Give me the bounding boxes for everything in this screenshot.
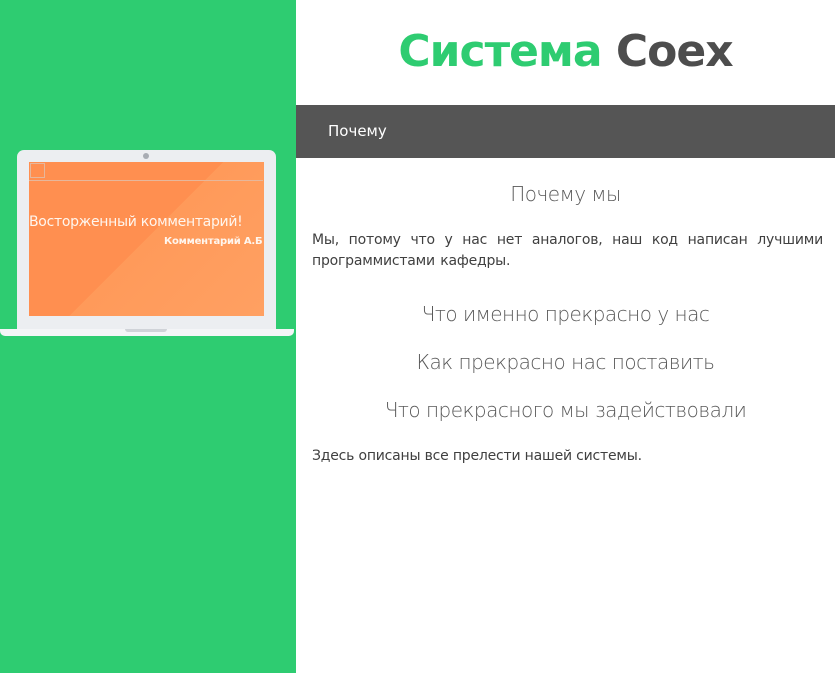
laptop-camera-icon — [143, 153, 149, 159]
laptop-illustration: Восторженный комментарий! Комментарий А.… — [0, 150, 294, 336]
laptop-screen: Восторженный комментарий! Комментарий А.… — [29, 162, 264, 316]
site-title: Система Coex — [296, 26, 835, 77]
section-heading-how-install: Как прекрасно нас поставить — [416, 350, 715, 374]
testimonial-author: Комментарий А.Б — [164, 236, 263, 247]
navbar: Почему — [296, 105, 835, 158]
site-header: Система Coex — [296, 0, 835, 105]
section-paragraph-why-us: Мы, потому что у нас нет аналогов, наш к… — [312, 232, 823, 269]
section-heading-what-great: Что именно прекрасно у нас — [421, 302, 710, 326]
testimonial-quote: Восторженный комментарий! — [29, 214, 243, 230]
site-title-part1: Система — [398, 26, 602, 77]
section-heading-what-used: Что прекрасного мы задействовали — [384, 398, 747, 422]
page: Восторженный комментарий! Комментарий А.… — [0, 0, 835, 673]
section-heading-why-us: Почему мы — [510, 182, 621, 206]
screen-top-bar — [29, 162, 263, 181]
nav-item-pochemu[interactable]: Почему — [328, 122, 387, 140]
laptop-notch — [125, 329, 167, 332]
laptop-lid: Восторженный комментарий! Комментарий А.… — [17, 150, 276, 330]
laptop-base — [0, 329, 294, 336]
screen-square-icon — [30, 163, 45, 178]
left-panel: Восторженный комментарий! Комментарий А.… — [0, 0, 296, 673]
section-paragraph-summary: Здесь описаны все прелести нашей системы… — [312, 448, 642, 464]
site-title-part2: Coex — [615, 26, 734, 77]
